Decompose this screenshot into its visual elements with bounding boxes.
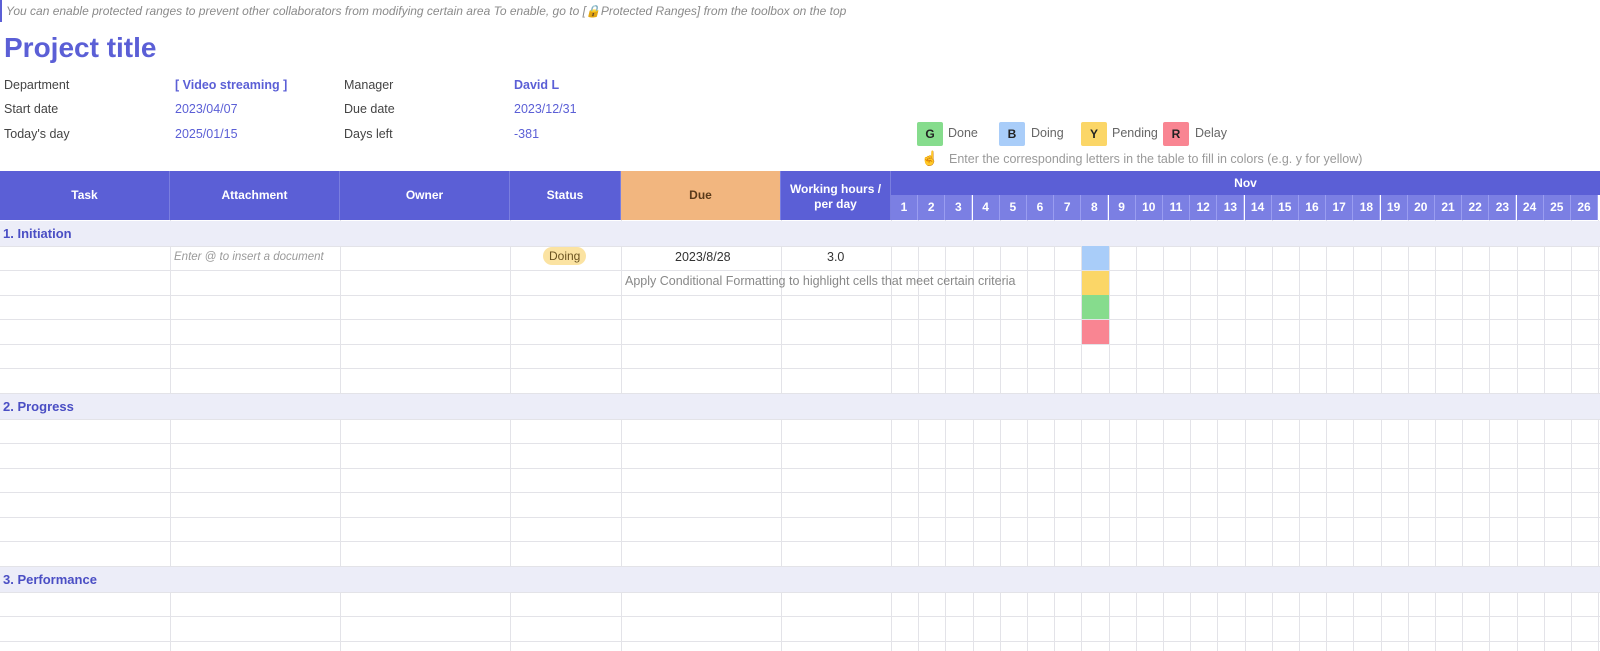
legend-delay-label: Delay <box>1195 126 1227 140</box>
day-header-18[interactable]: 18 <box>1353 195 1381 220</box>
day-header-24[interactable]: 24 <box>1516 195 1544 220</box>
grid-row-line <box>0 517 1600 518</box>
day-header-26[interactable]: 26 <box>1571 195 1598 220</box>
day-header-3[interactable]: 3 <box>945 195 973 220</box>
day-header-10[interactable]: 10 <box>1135 195 1163 220</box>
day-header-2[interactable]: 2 <box>918 195 946 220</box>
pointing-hand-icon: ☝ <box>921 150 939 166</box>
header-attachment[interactable]: Attachment <box>170 171 340 220</box>
day-header-23[interactable]: 23 <box>1489 195 1517 220</box>
gantt-fill-doing[interactable] <box>1082 246 1109 270</box>
legend-pending-swatch: Y <box>1081 122 1107 146</box>
protected-ranges-tip: You can enable protected ranges to preve… <box>0 0 906 22</box>
start-date-label: Start date <box>4 102 59 116</box>
attachment-input[interactable]: Enter @ to insert a document <box>174 251 324 263</box>
day-header-5[interactable]: 5 <box>999 195 1027 220</box>
header-working-hours[interactable]: Working hours / per day <box>781 171 891 220</box>
day-header-17[interactable]: 17 <box>1326 195 1354 220</box>
day-header-19[interactable]: 19 <box>1380 195 1408 220</box>
day-header-7[interactable]: 7 <box>1054 195 1082 220</box>
day-header-20[interactable]: 20 <box>1407 195 1435 220</box>
grid-row-line <box>0 246 1600 247</box>
grid-row-line <box>0 616 1600 617</box>
grid-row-line <box>0 641 1600 642</box>
grid-row-line <box>0 492 1600 493</box>
grid-row-line <box>0 319 1600 320</box>
gantt-fill-delay[interactable] <box>1082 320 1109 344</box>
legend-delay-swatch: R <box>1163 122 1189 146</box>
header-owner[interactable]: Owner <box>340 171 510 220</box>
legend-doing-swatch: B <box>999 122 1025 146</box>
conditional-formatting-note: Apply Conditional Formatting to highligh… <box>625 274 1016 288</box>
gantt-fill-done[interactable] <box>1082 295 1109 319</box>
today-value[interactable]: 2025/01/15 <box>175 126 238 142</box>
header-task[interactable]: Task <box>0 171 170 220</box>
grid-row-line <box>0 368 1600 369</box>
project-title[interactable]: Project title <box>4 30 156 66</box>
working-hours-cell[interactable]: 3.0 <box>827 250 844 264</box>
department-value[interactable]: [ Video streaming ] <box>175 77 287 93</box>
grid-row-line <box>0 468 1600 469</box>
due-date-label: Due date <box>344 102 395 116</box>
days-left-label: Days left <box>344 127 393 141</box>
section-label: 1. Initiation <box>3 226 72 241</box>
section-initiation[interactable]: 1. Initiation <box>0 221 1600 246</box>
header-due[interactable]: Due <box>621 171 781 220</box>
section-label: 3. Performance <box>3 572 97 587</box>
day-header-16[interactable]: 16 <box>1299 195 1326 220</box>
legend-done-label: Done <box>948 126 978 140</box>
day-header-12[interactable]: 12 <box>1190 195 1218 220</box>
grid-row-line <box>0 592 1600 593</box>
legend-doing-label: Doing <box>1031 126 1064 140</box>
legend-done-swatch: G <box>917 122 943 146</box>
section-label: 2. Progress <box>3 399 74 414</box>
grid-row-line <box>0 419 1600 420</box>
day-header-11[interactable]: 11 <box>1163 195 1190 220</box>
department-label: Department <box>4 78 70 92</box>
status-badge[interactable]: Doing <box>543 247 587 265</box>
gantt-fill-pending[interactable] <box>1082 271 1109 295</box>
days-left-value: -381 <box>514 127 540 141</box>
due-cell[interactable]: 2023/8/28 <box>675 250 731 264</box>
legend-pending-label: Pending <box>1112 126 1158 140</box>
start-date-value[interactable]: 2023/04/07 <box>175 101 238 117</box>
day-header-21[interactable]: 21 <box>1435 195 1462 220</box>
day-header-8[interactable]: 8 <box>1081 195 1109 220</box>
day-header-15[interactable]: 15 <box>1271 195 1299 220</box>
legend-hint: Enter the corresponding letters in the t… <box>949 152 1363 166</box>
day-header-1[interactable]: 1 <box>891 195 918 220</box>
today-label: Today's day <box>4 127 70 141</box>
header-status[interactable]: Status <box>510 171 621 220</box>
day-header-9[interactable]: 9 <box>1108 195 1136 220</box>
day-header-6[interactable]: 6 <box>1027 195 1054 220</box>
day-header-25[interactable]: 25 <box>1543 195 1571 220</box>
due-date-value[interactable]: 2023/12/31 <box>514 101 577 117</box>
day-header-22[interactable]: 22 <box>1462 195 1490 220</box>
manager-value[interactable]: David L <box>514 77 559 93</box>
day-header-14[interactable]: 14 <box>1244 195 1272 220</box>
manager-label: Manager <box>344 78 394 92</box>
section-progress[interactable]: 2. Progress <box>0 394 1600 419</box>
day-header-13[interactable]: 13 <box>1217 195 1245 220</box>
day-header-4[interactable]: 4 <box>972 195 1000 220</box>
header-month[interactable]: Nov <box>891 171 1600 195</box>
grid-row-line <box>0 344 1600 345</box>
section-performance[interactable]: 3. Performance <box>0 567 1600 592</box>
grid-row-line <box>0 443 1600 444</box>
grid-row-line <box>0 541 1600 542</box>
grid-row-line <box>0 270 1600 271</box>
grid-row-line <box>0 295 1600 296</box>
